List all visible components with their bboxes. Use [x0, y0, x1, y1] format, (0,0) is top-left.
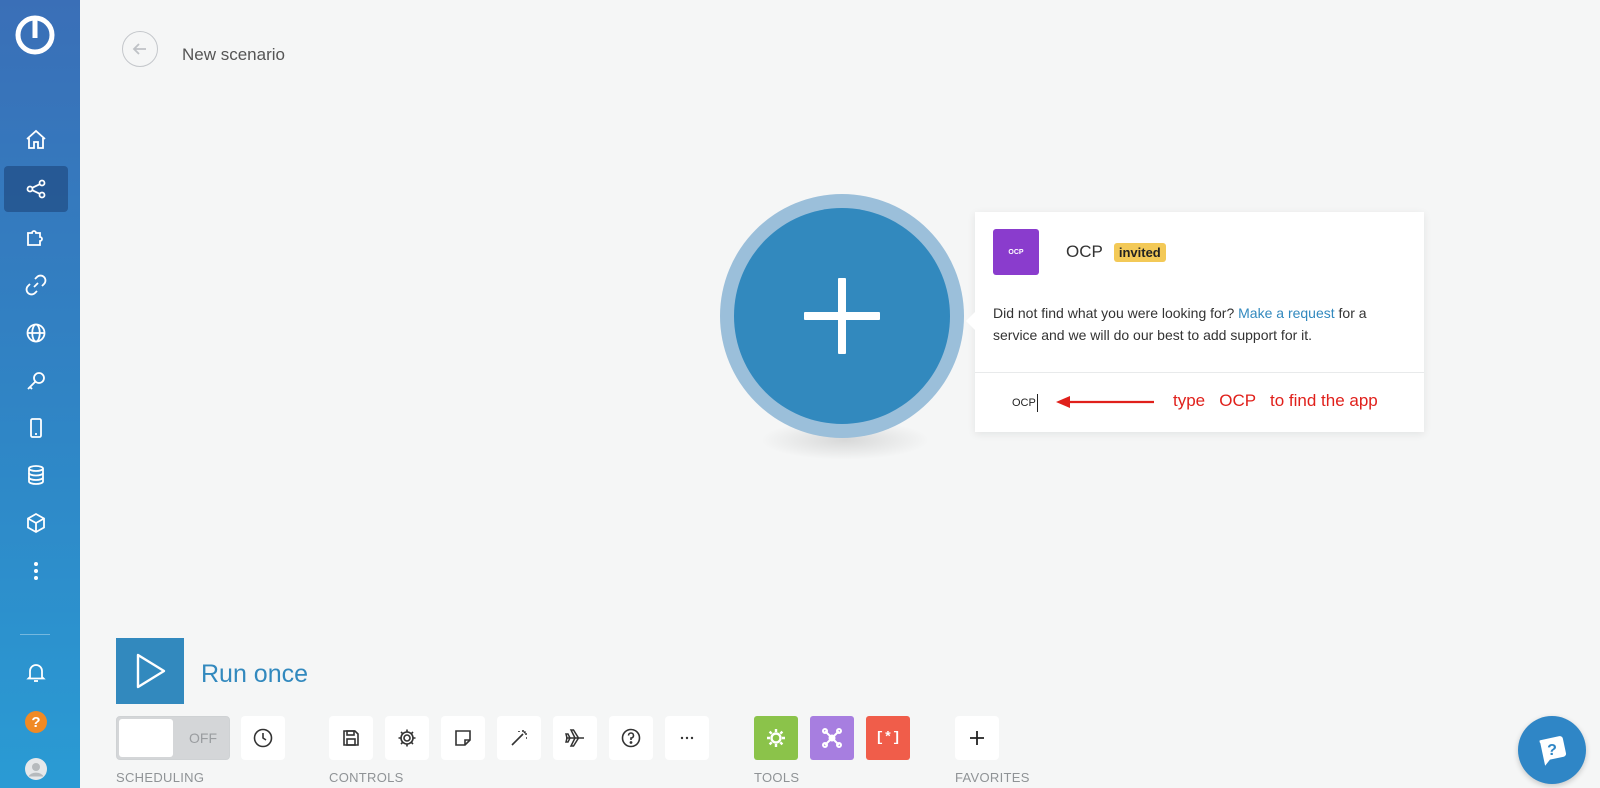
sidebar-item-webhooks[interactable]: [4, 310, 68, 356]
text-cursor: [1037, 394, 1038, 412]
save-button[interactable]: [329, 716, 373, 760]
gear-tool-icon: [767, 729, 785, 747]
save-icon: [343, 730, 359, 746]
explain-flow-button[interactable]: [553, 716, 597, 760]
sidebar-item-scenarios[interactable]: [4, 166, 68, 212]
text-parser-icon: [*]: [875, 730, 901, 746]
tools-label: TOOLS: [754, 770, 800, 785]
text-parser-button[interactable]: [*]: [866, 716, 910, 760]
tools-button[interactable]: [754, 716, 798, 760]
sidebar-item-devices[interactable]: [4, 405, 68, 451]
notes-icon: [455, 730, 471, 746]
flight-icon: [565, 729, 584, 747]
more-horizontal-icon: [680, 736, 694, 740]
sidebar-item-home[interactable]: [4, 117, 68, 163]
globe-icon: [26, 323, 46, 343]
app-name: OCP: [1066, 242, 1103, 261]
sidebar-item-profile[interactable]: [4, 746, 68, 788]
plus-icon: [804, 278, 880, 354]
sidebar-item-more[interactable]: [4, 548, 68, 594]
database-icon: [28, 465, 44, 485]
auto-align-icon: [511, 730, 527, 746]
auto-align-button[interactable]: [497, 716, 541, 760]
scheduling-label: SCHEDULING: [116, 770, 205, 785]
run-once-button[interactable]: [116, 638, 184, 704]
flow-control-icon: [822, 728, 842, 748]
sidebar-item-connections[interactable]: [4, 262, 68, 308]
cube-icon: [27, 512, 45, 534]
more-vertical-icon: [34, 562, 38, 580]
popup-caret: [966, 312, 975, 330]
question-icon: [621, 728, 641, 748]
scheduling-toggle[interactable]: OFF: [116, 716, 230, 760]
help-button[interactable]: [609, 716, 653, 760]
settings-icon: [398, 729, 416, 747]
ocp-app-icon: OCP: [993, 229, 1039, 275]
puzzle-icon: [27, 230, 43, 246]
chat-help-icon: ?: [1539, 736, 1566, 766]
scenario-settings-button[interactable]: [385, 716, 429, 760]
notes-button[interactable]: [441, 716, 485, 760]
more-controls-button[interactable]: [665, 716, 709, 760]
flow-control-button[interactable]: [810, 716, 854, 760]
support-chat-button[interactable]: ?: [1518, 716, 1586, 784]
sidebar-divider: [20, 634, 50, 635]
device-icon: [30, 418, 42, 438]
back-button[interactable]: [122, 31, 158, 67]
svg-text:?: ?: [1547, 742, 1557, 759]
help-icon: ?: [25, 711, 47, 733]
sidebar-item-data-structures[interactable]: [4, 500, 68, 546]
link-icon: [25, 274, 47, 296]
sidebar-item-notifications[interactable]: [4, 649, 68, 695]
scenario-title[interactable]: New scenario: [182, 45, 285, 65]
sidebar-item-help[interactable]: ?: [4, 699, 68, 745]
avatar: [25, 758, 47, 780]
annotation-text: type OCP to find the app: [1173, 391, 1378, 410]
toggle-label: OFF: [189, 730, 217, 746]
home-icon: [26, 129, 46, 149]
popup-divider: [975, 372, 1424, 373]
search-input[interactable]: OCP: [1012, 397, 1036, 409]
make-request-link[interactable]: Make a request: [1238, 305, 1335, 321]
bell-icon: [26, 664, 46, 682]
clock-icon: [253, 728, 273, 748]
app-result-item[interactable]: OCP OCP invited: [993, 229, 1166, 275]
sidebar-item-keys[interactable]: [4, 358, 68, 404]
annotation-arrow-icon: [1056, 396, 1154, 408]
add-favorite-button[interactable]: [955, 716, 999, 760]
key-icon: [27, 372, 45, 390]
make-logo-icon[interactable]: [14, 14, 56, 56]
sidebar-item-data-stores[interactable]: [4, 452, 68, 498]
play-icon: [136, 653, 166, 689]
toggle-knob: [119, 719, 173, 757]
plus-small-icon: [970, 731, 984, 745]
schedule-button[interactable]: [241, 716, 285, 760]
favorites-label: FAVORITES: [955, 770, 1030, 785]
help-text: Did not find what you were looking for? …: [993, 302, 1408, 346]
add-module-button[interactable]: [734, 208, 950, 424]
controls-label: CONTROLS: [329, 770, 404, 785]
sidebar: ?: [0, 0, 80, 788]
run-once-label[interactable]: Run once: [201, 660, 308, 689]
svg-text:?: ?: [31, 714, 40, 731]
status-badge: invited: [1113, 242, 1166, 262]
arrow-left-icon: [132, 43, 146, 55]
scenarios-icon: [26, 179, 46, 199]
help-text-prefix: Did not find what you were looking for?: [993, 305, 1235, 321]
sidebar-item-templates[interactable]: [4, 214, 68, 260]
